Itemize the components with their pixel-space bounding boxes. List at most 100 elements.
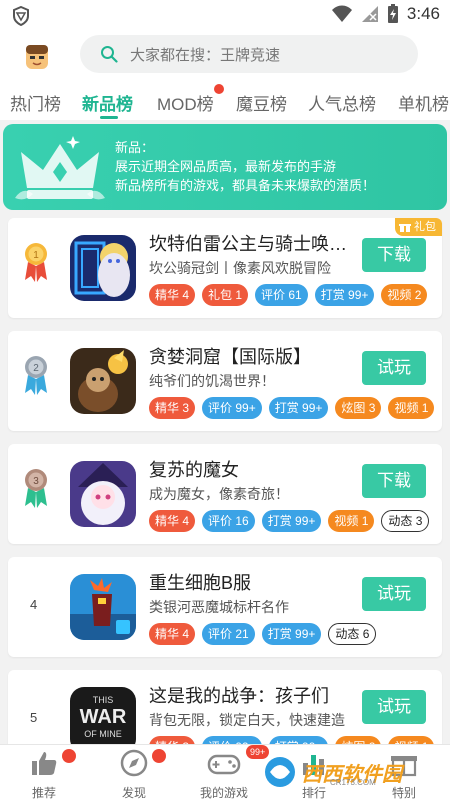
tag-essence[interactable]: 精华 3 (149, 736, 196, 744)
thumbs-up-icon (32, 752, 57, 775)
game-title[interactable]: 重生细胞B服 (149, 569, 354, 595)
wifi-icon (331, 5, 352, 22)
tag-video[interactable]: 视频 1 (328, 510, 375, 532)
try-button[interactable]: 试玩 (362, 351, 426, 385)
game-icon (70, 235, 136, 301)
tab-underline (100, 116, 118, 119)
notification-dot (62, 749, 76, 763)
banner-line-3: 新品榜所有的游戏，都具备未来爆款的潜质！ (115, 178, 376, 193)
nav-my-games-label: 我的游戏 (199, 786, 248, 800)
download-button[interactable]: 下载 (362, 464, 426, 498)
download-button[interactable]: 下载 (362, 238, 426, 272)
avatar[interactable] (22, 42, 52, 72)
tag-reviews[interactable]: 评价 61 (255, 284, 308, 306)
tab-hot[interactable]: 热门榜 (10, 90, 61, 115)
list-item[interactable]: 4 重生细胞B服 类银河恶魔城标杆名作 精华 4 评价 21 打赏 99+ 动态… (8, 557, 442, 657)
gamepad-icon (207, 754, 241, 775)
game-description: 坎公骑冠剑丨像素风欢脱冒险 (149, 260, 331, 276)
game-title[interactable]: 这是我的战争：孩子们 (149, 682, 354, 708)
game-title[interactable]: 坎特伯雷公主与骑士唤醒冠军之剑的奇幻冒险 (149, 230, 354, 256)
svg-text:1: 1 (33, 250, 39, 261)
nav-discover-label: 发现 (121, 786, 146, 800)
banner-line-1: 新品： (115, 140, 155, 155)
list-item[interactable]: 5 THIS WAR OF MINE 这是我的战争：孩子们 背包无限，锁定白天，… (8, 670, 442, 744)
tag-essence[interactable]: 精华 3 (149, 397, 196, 419)
tag-essence[interactable]: 精华 4 (149, 510, 196, 532)
gift-icon (399, 224, 411, 232)
game-description: 成为魔女，像素奇旅！ (149, 486, 289, 502)
watermark-sub: CR173.COM (330, 778, 376, 787)
battery-charging-icon (387, 4, 398, 23)
icon-text-of-mine: OF MINE (84, 729, 122, 739)
tag-row: 精华 4 评价 16 打赏 99+ 视频 1 动态 3 (149, 510, 430, 532)
tag-essence[interactable]: 精华 4 (149, 284, 196, 306)
bronze-medal-icon: 3 (25, 469, 47, 508)
nav-recommend[interactable]: 推荐 (4, 749, 84, 800)
tag-reviews[interactable]: 评价 99+ (202, 397, 262, 419)
tag-screenshots[interactable]: 炫图 3 (335, 397, 382, 419)
game-title[interactable]: 贪婪洞窟【国际版】 (149, 343, 354, 369)
tag-video[interactable]: 视频 1 (388, 736, 435, 744)
status-bar: 3:46 (0, 0, 450, 34)
tab-standalone[interactable]: 单机榜 (398, 90, 449, 115)
banner-line-2: 展示近期全网品质高，最新发布的手游 (115, 159, 337, 174)
notification-dot (152, 749, 166, 763)
game-description: 类银河恶魔城标杆名作 (149, 599, 289, 615)
nav-recommend-label: 推荐 (31, 786, 56, 800)
game-description: 背包无限，锁定白天，快速建造 (149, 712, 345, 728)
game-icon (70, 574, 136, 640)
crown-icon (15, 136, 105, 200)
status-time: 3:46 (406, 4, 440, 23)
nav-discover[interactable]: 发现 (94, 749, 174, 800)
tab-new-label: 新品榜 (82, 95, 133, 114)
gold-medal-icon: 1 (25, 243, 47, 282)
rank-number: 4 (30, 597, 38, 612)
tag-activity[interactable]: 动态 3 (381, 510, 430, 532)
try-button[interactable]: 试玩 (362, 577, 426, 611)
svg-text:3: 3 (33, 476, 39, 487)
tag-tips[interactable]: 打赏 99+ (314, 284, 375, 306)
search-placeholder: 大家都在搜：王牌竞速 (130, 46, 281, 64)
try-button[interactable]: 试玩 (362, 690, 426, 724)
watermark: 西西软件园 CR173.COM (262, 752, 448, 792)
game-title[interactable]: 复苏的魔女 (149, 456, 354, 482)
tag-tips[interactable]: 打赏 99+ (268, 397, 329, 419)
tag-tips[interactable]: 打赏 99+ (268, 736, 329, 744)
tab-popular[interactable]: 人气总榜 (308, 90, 376, 115)
tag-essence[interactable]: 精华 4 (149, 623, 196, 645)
tag-tips[interactable]: 打赏 99+ (261, 510, 322, 532)
tab-modou[interactable]: 魔豆榜 (236, 90, 287, 115)
tag-reviews[interactable]: 评价 21 (202, 623, 255, 645)
tab-mod-label: MOD榜 (157, 95, 214, 114)
new-games-banner: 新品： 展示近期全网品质高，最新发布的手游 新品榜所有的游戏，都具备未来爆款的潜… (3, 124, 447, 210)
tag-screenshots[interactable]: 炫图 2 (335, 736, 382, 744)
list-item[interactable]: 3 复苏的魔女 成为魔女，像素奇旅！ 精华 4 评价 16 打赏 99+ 视频 … (8, 444, 442, 544)
list-item[interactable]: 1 坎特伯雷公主与骑士唤醒冠军之剑的奇幻冒险 坎公骑冠剑丨像素风欢脱冒险 精华 … (8, 218, 442, 318)
tag-gift[interactable]: 礼包 1 (202, 284, 249, 306)
notification-dot (213, 84, 224, 94)
game-icon (70, 348, 136, 414)
game-icon: THIS WAR OF MINE (70, 687, 136, 744)
watermark-logo-icon (265, 757, 295, 787)
game-description: 纯爷们的饥渴世界！ (149, 373, 275, 389)
search-input[interactable]: 大家都在搜：王牌竞速 (80, 35, 418, 73)
tab-mod[interactable]: MOD榜 (157, 84, 224, 115)
list-item[interactable]: 2 贪婪洞窟【国际版】 纯爷们的饥渴世界！ 精华 3 评价 99+ 打赏 99+… (8, 331, 442, 431)
icon-text-this: THIS (93, 695, 114, 705)
gift-badge: 礼包 (395, 218, 442, 236)
tag-row: 精华 4 评价 21 打赏 99+ 动态 6 (149, 623, 377, 645)
compass-icon (120, 749, 148, 777)
rank-number: 5 (30, 710, 38, 725)
tag-reviews[interactable]: 评价 99+ (202, 736, 262, 744)
tag-video[interactable]: 视频 2 (381, 284, 428, 306)
game-icon (70, 461, 136, 527)
tag-row: 精华 4 礼包 1 评价 61 打赏 99+ 视频 2 (149, 284, 428, 306)
svg-text:2: 2 (33, 363, 39, 374)
tag-video[interactable]: 视频 1 (388, 397, 435, 419)
header: 大家都在搜：王牌竞速 (0, 34, 450, 80)
tag-activity[interactable]: 动态 6 (328, 623, 377, 645)
tag-reviews[interactable]: 评价 16 (202, 510, 255, 532)
tag-tips[interactable]: 打赏 99+ (261, 623, 322, 645)
icon-text-war: WAR (80, 706, 127, 728)
tab-new[interactable]: 新品榜 (82, 90, 133, 115)
